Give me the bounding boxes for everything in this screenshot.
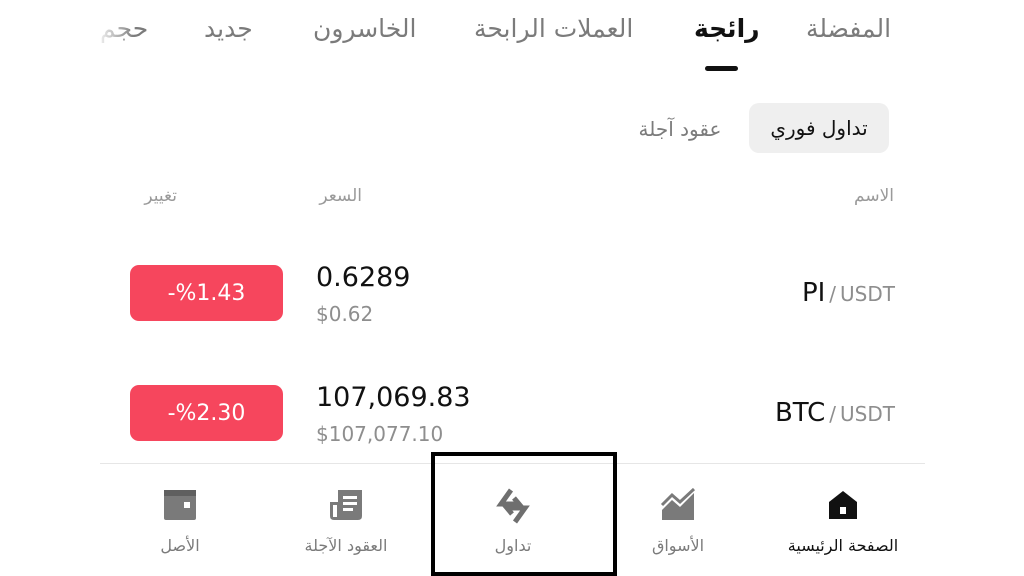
futures-document-icon	[328, 488, 364, 526]
pair-base: PI	[801, 278, 826, 308]
home-icon	[826, 488, 860, 526]
wallet-icon	[162, 488, 198, 526]
category-tabs: المفضلة رائجة العملات الرابحة الخاسرون ج…	[0, 0, 1024, 80]
subtab-futures[interactable]: عقود آجلة	[630, 117, 730, 141]
pair-quote: USDT	[840, 282, 895, 306]
price-usd: $0.62	[316, 302, 374, 326]
tab-favorites[interactable]: المفضلة	[806, 14, 891, 43]
trade-swap-icon	[495, 488, 531, 528]
tab-losers[interactable]: الخاسرون	[313, 14, 417, 43]
column-header-change: تغيير	[144, 186, 177, 206]
tab-trending[interactable]: رائجة	[694, 14, 760, 43]
last-price: 107,069.83	[316, 382, 471, 413]
nav-home[interactable]: الصفحة الرئيسية	[763, 470, 923, 570]
nav-assets[interactable]: الأصل	[100, 470, 260, 570]
pair-base: BTC	[774, 398, 826, 428]
nav-label: الأسواق	[651, 536, 705, 555]
nav-trade[interactable]: تداول	[433, 470, 593, 570]
subtab-spot[interactable]: تداول فوري	[749, 103, 889, 153]
nav-label: العقود الآجلة	[304, 536, 388, 555]
markets-chart-icon	[660, 487, 696, 526]
tab-volume[interactable]: حجم	[100, 14, 148, 43]
pair-separator: /	[829, 402, 837, 426]
change-badge[interactable]: -%2.30	[130, 385, 283, 441]
change-badge[interactable]: -%1.43	[130, 265, 283, 321]
active-tab-indicator	[705, 66, 738, 71]
markets-page: المفضلة رائجة العملات الرابحة الخاسرون ج…	[0, 0, 1024, 576]
tab-new[interactable]: جديد	[204, 14, 253, 43]
pair-separator: /	[829, 282, 837, 306]
trading-pair: PI / USDT	[802, 278, 895, 308]
price-usd: $107,077.10	[316, 422, 444, 446]
nav-label: الأصل	[160, 536, 200, 555]
pair-quote: USDT	[840, 402, 895, 426]
tab-top-gainers[interactable]: العملات الرابحة	[474, 14, 633, 43]
last-price: 0.6289	[316, 262, 411, 293]
column-header-price: السعر	[319, 186, 362, 206]
nav-futures[interactable]: العقود الآجلة	[266, 470, 426, 570]
market-row-pi[interactable]: PI / USDT 0.6289 $0.62 -%1.43	[100, 250, 925, 360]
column-header-name: الاسم	[854, 186, 894, 206]
nav-markets[interactable]: الأسواق	[598, 470, 758, 570]
trading-pair: BTC / USDT	[775, 398, 895, 428]
bottom-nav-divider	[100, 463, 925, 464]
nav-label: تداول	[494, 536, 532, 555]
nav-label: الصفحة الرئيسية	[787, 536, 899, 555]
